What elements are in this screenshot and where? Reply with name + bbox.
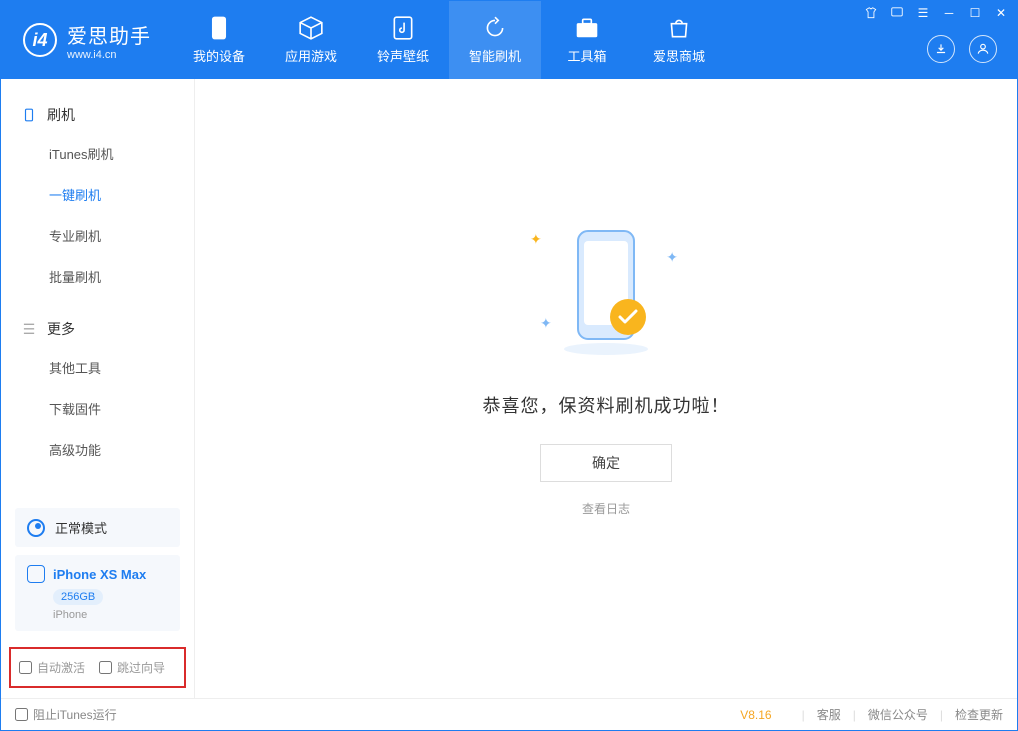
sidebar-section-flash: 刷机 (1, 97, 194, 133)
sidebar-device-panel: 正常模式 iPhone XS Max 256GB iPhone (1, 498, 194, 641)
user-button[interactable] (969, 35, 997, 63)
bag-icon (666, 15, 692, 41)
footer-bar: 阻止iTunes运行 V8.16 | 客服 | 微信公众号 | 检查更新 (1, 698, 1017, 730)
sparkle-icon: ✦ (540, 315, 552, 332)
sparkle-icon: ✦ (666, 249, 678, 266)
window-controls: ☰ ─ ☐ ✕ (863, 5, 1009, 21)
skip-guide-label: 跳过向导 (117, 659, 165, 676)
tab-label: 爱思商城 (653, 46, 705, 65)
sidebar-item-oneclick-flash[interactable]: 一键刷机 (1, 174, 194, 215)
phone-success-icon (536, 221, 676, 361)
sparkle-icon: ✦ (530, 231, 542, 248)
logo[interactable]: i4 爱思助手 www.i4.cn (1, 20, 173, 61)
body: 刷机 iTunes刷机 一键刷机 专业刷机 批量刷机 ☰ 更多 其他工具 下载固… (1, 79, 1017, 698)
success-title: 恭喜您，保资料刷机成功啦！ (483, 392, 730, 418)
header-actions (927, 35, 997, 63)
music-file-icon (390, 15, 416, 41)
tab-label: 应用游戏 (285, 46, 337, 65)
mode-label: 正常模式 (55, 518, 107, 537)
device-icon (27, 565, 45, 583)
list-icon: ☰ (21, 321, 37, 337)
maximize-icon[interactable]: ☐ (967, 5, 983, 21)
checkbox-auto-activate[interactable]: 自动激活 (19, 659, 85, 676)
sync-icon (482, 15, 508, 41)
version-label: V8.16 (740, 708, 771, 722)
confirm-button[interactable]: 确定 (540, 444, 672, 482)
device-capacity: 256GB (53, 589, 103, 605)
sidebar-item-advanced[interactable]: 高级功能 (1, 429, 194, 470)
mode-icon (27, 519, 45, 537)
app-url: www.i4.cn (67, 49, 151, 61)
device-info-card[interactable]: iPhone XS Max 256GB iPhone (15, 555, 180, 631)
sidebar-item-batch-flash[interactable]: 批量刷机 (1, 256, 194, 297)
phone-icon (206, 15, 232, 41)
block-itunes-input[interactable] (15, 708, 28, 721)
footer-link-check-update[interactable]: 检查更新 (955, 706, 1003, 723)
app-name: 爱思助手 (67, 20, 151, 49)
view-log-link[interactable]: 查看日志 (582, 500, 630, 517)
tab-toolbox[interactable]: 工具箱 (541, 1, 633, 79)
success-illustration: ✦ ✦ ✦ (536, 221, 676, 366)
tab-label: 工具箱 (567, 46, 606, 65)
section-title: 更多 (47, 319, 75, 339)
sidebar-item-pro-flash[interactable]: 专业刷机 (1, 215, 194, 256)
download-button[interactable] (927, 35, 955, 63)
tab-apps-games[interactable]: 应用游戏 (265, 1, 357, 79)
header: i4 爱思助手 www.i4.cn 我的设备 应用游戏 铃声壁纸 智能刷机 (1, 1, 1017, 79)
tab-store[interactable]: 爱思商城 (633, 1, 725, 79)
toolbox-icon (574, 15, 600, 41)
block-itunes-label: 阻止iTunes运行 (33, 706, 117, 723)
footer-link-wechat[interactable]: 微信公众号 (868, 706, 928, 723)
tab-ringtone-wallpaper[interactable]: 铃声壁纸 (357, 1, 449, 79)
tab-label: 智能刷机 (469, 46, 521, 65)
sidebar-footer-options: 自动激活 跳过向导 (9, 647, 186, 688)
app-window: i4 爱思助手 www.i4.cn 我的设备 应用游戏 铃声壁纸 智能刷机 (0, 0, 1018, 731)
tab-smart-flash[interactable]: 智能刷机 (449, 1, 541, 79)
device-mode-card[interactable]: 正常模式 (15, 508, 180, 547)
sidebar-item-itunes-flash[interactable]: iTunes刷机 (1, 133, 194, 174)
device-type: iPhone (53, 609, 168, 621)
sidebar-section-more: ☰ 更多 (1, 311, 194, 347)
cube-icon (298, 15, 324, 41)
device-outline-icon (21, 107, 37, 123)
main-content: ✦ ✦ ✦ 恭喜您，保资料刷机成功啦！ 确定 查看日志 (195, 79, 1017, 698)
sidebar: 刷机 iTunes刷机 一键刷机 专业刷机 批量刷机 ☰ 更多 其他工具 下载固… (1, 79, 195, 698)
menu-icon[interactable]: ☰ (915, 5, 931, 21)
shirt-icon[interactable] (863, 5, 879, 21)
sidebar-item-other-tools[interactable]: 其他工具 (1, 347, 194, 388)
auto-activate-input[interactable] (19, 661, 32, 674)
minimize-icon[interactable]: ─ (941, 5, 957, 21)
checkbox-skip-guide[interactable]: 跳过向导 (99, 659, 165, 676)
close-icon[interactable]: ✕ (993, 5, 1009, 21)
tab-my-device[interactable]: 我的设备 (173, 1, 265, 79)
sidebar-content: 刷机 iTunes刷机 一键刷机 专业刷机 批量刷机 ☰ 更多 其他工具 下载固… (1, 79, 194, 498)
footer-link-customer-service[interactable]: 客服 (817, 706, 841, 723)
nav-tabs: 我的设备 应用游戏 铃声壁纸 智能刷机 工具箱 爱思商城 (173, 1, 725, 79)
auto-activate-label: 自动激活 (37, 659, 85, 676)
feedback-icon[interactable] (889, 5, 905, 21)
logo-icon: i4 (23, 23, 57, 57)
sidebar-item-download-firmware[interactable]: 下载固件 (1, 388, 194, 429)
checkbox-block-itunes[interactable]: 阻止iTunes运行 (15, 706, 117, 723)
skip-guide-input[interactable] (99, 661, 112, 674)
tab-label: 铃声壁纸 (377, 46, 429, 65)
tab-label: 我的设备 (193, 46, 245, 65)
device-name: iPhone XS Max (53, 567, 146, 582)
logo-text: 爱思助手 www.i4.cn (67, 20, 151, 61)
section-title: 刷机 (47, 105, 75, 125)
